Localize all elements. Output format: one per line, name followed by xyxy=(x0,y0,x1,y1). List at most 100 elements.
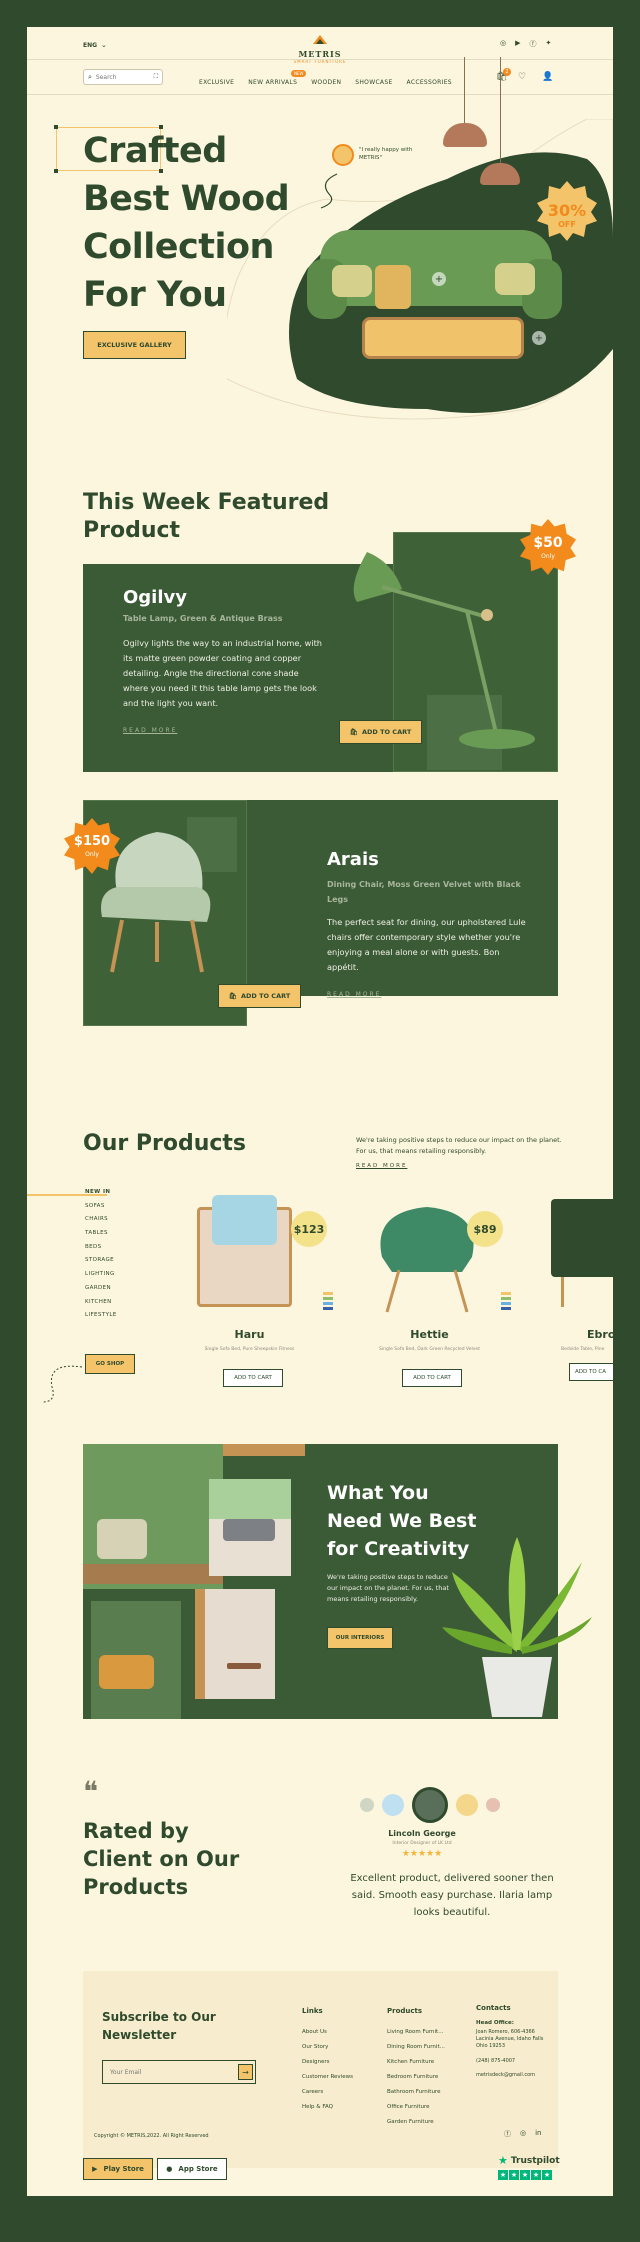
category-garden[interactable]: GARDEN xyxy=(85,1285,117,1291)
instagram-icon[interactable]: ◎ xyxy=(520,2129,526,2139)
read-more-link[interactable]: READ MORE xyxy=(123,727,177,734)
swatch[interactable] xyxy=(323,1297,333,1300)
star-icon: ★ xyxy=(498,2154,508,2167)
nav-exclusive[interactable]: EXCLUSIVE xyxy=(199,79,234,86)
email-input[interactable] xyxy=(110,2068,220,2076)
nav-accessories[interactable]: ACCESSORIES xyxy=(407,79,452,86)
main-nav: EXCLUSIVE NEW ARRIVALS WOODEN SHOWCASE A… xyxy=(199,79,452,86)
facebook-icon[interactable]: ⓕ xyxy=(504,2129,511,2139)
footer-link[interactable]: Customer Reviews xyxy=(302,2070,353,2085)
nav-new-arrivals[interactable]: NEW ARRIVALS xyxy=(248,79,297,86)
heart-icon[interactable]: ♡ xyxy=(518,72,526,82)
youtube-icon[interactable]: ▶ xyxy=(515,39,520,49)
lamp-cord xyxy=(500,57,501,167)
footer-link[interactable]: Help & FAQ xyxy=(302,2100,353,2115)
search-box[interactable]: ⌕ ⛶ xyxy=(83,69,163,85)
avatar-active[interactable] xyxy=(412,1787,448,1823)
brand-name: METRIS xyxy=(298,49,342,59)
footer-link[interactable]: Garden Furniture xyxy=(387,2115,445,2130)
hotspot-plus-icon[interactable]: + xyxy=(532,331,546,345)
swatch[interactable] xyxy=(323,1307,333,1310)
read-more-link[interactable]: READ MORE xyxy=(327,991,381,998)
footer-link[interactable]: Bedroom Furniture xyxy=(387,2070,445,2085)
category-sofas[interactable]: SOFAS xyxy=(85,1203,117,1209)
scan-icon[interactable]: ⛶ xyxy=(154,73,158,81)
plant-image xyxy=(442,1537,592,1717)
phone[interactable]: (248) 875-4007 xyxy=(476,2058,552,2064)
footer-link[interactable]: Living Room Furnit... xyxy=(387,2025,445,2040)
selection-handle xyxy=(54,125,58,129)
footer-link[interactable]: Our Story xyxy=(302,2040,353,2055)
category-lighting[interactable]: LIGHTING xyxy=(85,1271,117,1277)
instagram-icon[interactable]: ◎ xyxy=(500,39,506,49)
category-kitchen[interactable]: KITCHEN xyxy=(85,1299,117,1305)
reviewer-role: Interior Designer of LK Ltd xyxy=(392,1841,452,1846)
product-name: Haru xyxy=(234,1328,265,1341)
footer-link[interactable]: About Us xyxy=(302,2025,353,2040)
quote-icon: ❝ xyxy=(83,1775,99,1808)
swatch[interactable] xyxy=(501,1292,511,1295)
footer-link[interactable]: Dining Room Furnit... xyxy=(387,2040,445,2055)
read-more-link[interactable]: READ MORE xyxy=(356,1163,407,1169)
search-input[interactable] xyxy=(95,73,136,81)
category-chairs[interactable]: CHAIRS xyxy=(85,1216,117,1222)
product-description: The perfect seat for dining, our upholst… xyxy=(327,917,526,972)
category-lifestyle[interactable]: LIFESTYLE xyxy=(85,1312,117,1318)
footer-link[interactable]: Kitchen Furniture xyxy=(387,2055,445,2070)
avatar[interactable] xyxy=(456,1794,478,1816)
footer-link[interactable]: Careers xyxy=(302,2085,353,2100)
app-store-button[interactable]: ● App Store xyxy=(157,2158,227,2180)
dashed-arrow-icon xyxy=(41,1365,83,1403)
hero-title-line: Collection xyxy=(83,227,274,267)
chevron-down-icon: ⌄ xyxy=(101,41,107,49)
our-interiors-button[interactable]: OUR INTERIORS xyxy=(327,1627,393,1649)
footer-link[interactable]: Designers xyxy=(302,2055,353,2070)
bag-icon: 🛍 xyxy=(228,992,237,1000)
star-icon: ★ xyxy=(498,2170,508,2180)
linkedin-icon[interactable]: in xyxy=(535,2129,541,2139)
hotspot-plus-icon[interactable]: + xyxy=(432,272,446,286)
avatar[interactable] xyxy=(382,1794,404,1816)
trustpilot-widget[interactable]: ★ Trustpilot xyxy=(498,2154,560,2167)
add-to-cart-button[interactable]: ADD TO CART xyxy=(223,1369,283,1387)
swatch[interactable] xyxy=(501,1297,511,1300)
user-icon[interactable]: 👤 xyxy=(542,72,553,82)
add-to-cart-button[interactable]: 🛍 ADD TO CART xyxy=(339,720,422,744)
avatar[interactable] xyxy=(486,1798,500,1812)
product-desc: Single Sofa Bed, Pure Sheepskin Fitness xyxy=(204,1347,295,1352)
go-shop-button[interactable]: GO SHOP xyxy=(85,1354,135,1374)
add-to-cart-button[interactable]: ADD TO CART xyxy=(402,1369,462,1387)
category-new-in[interactable]: NEW IN xyxy=(85,1189,117,1195)
category-storage[interactable]: STORAGE xyxy=(85,1257,117,1263)
nav-showcase[interactable]: SHOWCASE xyxy=(355,79,392,86)
play-store-button[interactable]: ▶ Play Store xyxy=(83,2158,153,2180)
footer-link[interactable]: Bathroom Furniture xyxy=(387,2085,445,2100)
email[interactable]: metrisdeck@gmail.com xyxy=(476,2072,552,2078)
footer-links-column: Links About Us Our Story Designers Custo… xyxy=(302,2004,353,2115)
discount-value: 30% xyxy=(547,201,587,220)
email-field[interactable] xyxy=(102,2060,256,2084)
price-value: $50 xyxy=(533,535,563,551)
category-tables[interactable]: TABLES xyxy=(85,1230,117,1236)
category-beds[interactable]: BEDS xyxy=(85,1244,117,1250)
trustpilot-label: Trustpilot xyxy=(510,2155,560,2166)
swatch[interactable] xyxy=(501,1307,511,1310)
swatch[interactable] xyxy=(323,1292,333,1295)
exclusive-gallery-button[interactable]: EXCLUSIVE GALLERY xyxy=(83,331,186,359)
footer-link[interactable]: Office Furniture xyxy=(387,2100,445,2115)
testimonial-heading: Rated by Client on Our Products xyxy=(83,1817,239,1901)
add-to-cart-button[interactable]: 🛍 ADD TO CART xyxy=(218,984,301,1008)
interior-sofa xyxy=(97,1519,147,1559)
swatch[interactable] xyxy=(501,1302,511,1305)
color-swatches xyxy=(323,1292,333,1310)
language-selector[interactable]: ENG ⌄ xyxy=(83,41,107,49)
avatar[interactable] xyxy=(360,1798,374,1812)
swatch[interactable] xyxy=(323,1302,333,1305)
footer-social-icons: ⓕ ◎ in xyxy=(504,2129,542,2139)
add-to-cart-button[interactable]: ADD TO CA xyxy=(569,1363,613,1381)
creativity-title-line: What You xyxy=(327,1482,429,1504)
nav-wooden[interactable]: WOODEN xyxy=(311,79,341,86)
twitter-icon[interactable]: ✦ xyxy=(546,39,552,49)
facebook-icon[interactable]: ⓕ xyxy=(530,39,537,49)
arrow-right-icon[interactable]: → xyxy=(238,2064,253,2080)
